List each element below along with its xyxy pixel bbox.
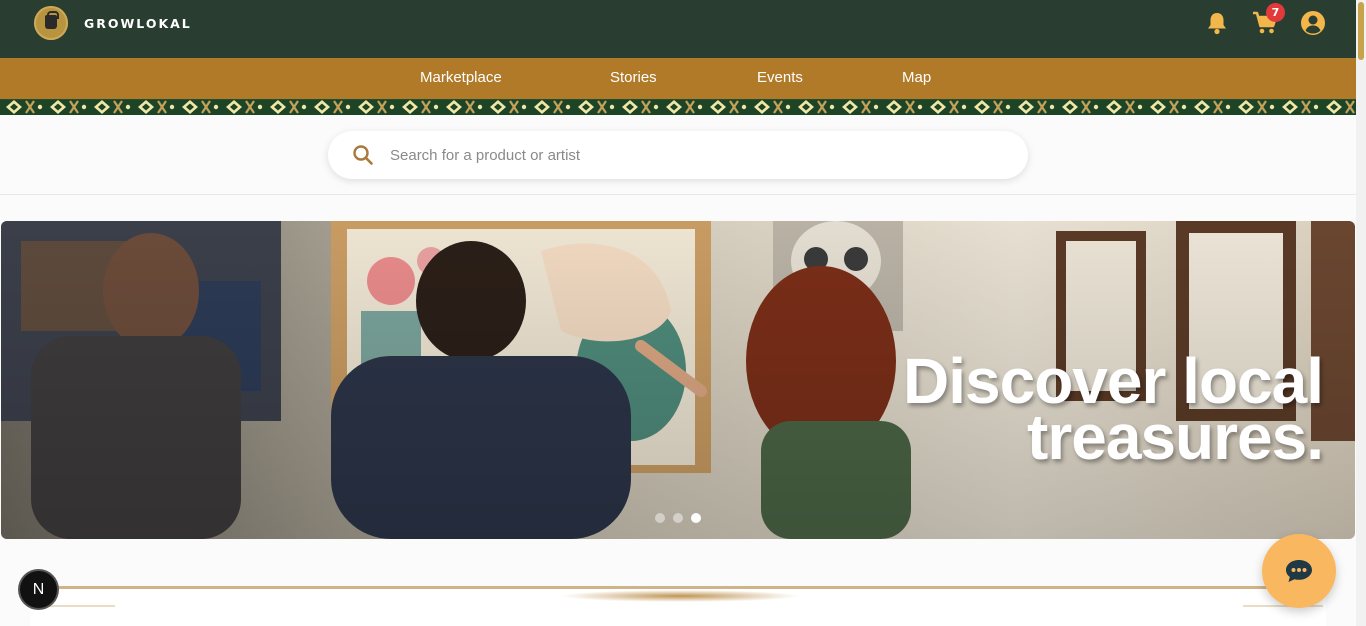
main-nav: Marketplace Stories Events Map: [0, 58, 1366, 99]
nav-item-marketplace[interactable]: Marketplace: [420, 69, 502, 86]
carousel-dot-2[interactable]: [673, 513, 683, 523]
cart-icon[interactable]: 7: [1252, 3, 1285, 36]
cart-count-badge: 7: [1266, 3, 1285, 22]
hero-title-line-2: treasures.: [1027, 401, 1324, 473]
nav-item-stories[interactable]: Stories: [610, 69, 657, 86]
carousel-dot-1[interactable]: [655, 513, 665, 523]
bell-icon[interactable]: [1204, 10, 1230, 36]
scrollbar-thumb[interactable]: [1358, 2, 1364, 60]
header-icons: 7: [1204, 3, 1326, 36]
chat-button[interactable]: [1262, 534, 1336, 608]
shopping-bag-logo-icon: [34, 6, 68, 40]
section-divider-glow: [560, 590, 800, 602]
page-scrollbar[interactable]: [1356, 0, 1366, 626]
search-input[interactable]: [390, 146, 990, 164]
carousel-dots: [655, 513, 701, 523]
user-circle-icon[interactable]: [1300, 10, 1326, 36]
hero-carousel[interactable]: Discover local treasures.: [1, 221, 1355, 539]
search-bar[interactable]: [328, 131, 1028, 179]
carousel-dot-3[interactable]: [691, 513, 701, 523]
decorative-pattern-band: [0, 99, 1366, 115]
page: GROWLOKAL 7 Marketplace Stories Events M…: [0, 0, 1366, 626]
section-card-left-panel: [35, 605, 115, 626]
hero-title: Discover local treasures.: [903, 349, 1324, 473]
search-section: [0, 115, 1366, 195]
brand[interactable]: GROWLOKAL: [34, 6, 192, 40]
search-icon: [353, 145, 373, 165]
section-card-right-panel: [1243, 605, 1323, 626]
top-header: GROWLOKAL 7: [0, 0, 1366, 58]
brand-name: GROWLOKAL: [84, 15, 192, 31]
nav-item-events[interactable]: Events: [757, 69, 803, 86]
chat-bubble-icon: [1286, 560, 1312, 582]
nav-item-map[interactable]: Map: [902, 69, 931, 86]
dev-tools-badge[interactable]: N: [20, 571, 57, 608]
